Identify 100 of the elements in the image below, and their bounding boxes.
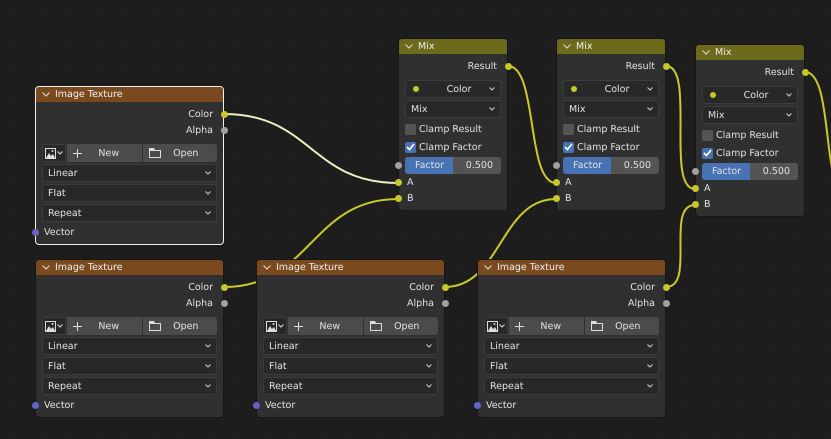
caret-icon [786,113,792,117]
open-image-button[interactable]: Open [364,317,438,335]
dropdown[interactable]: Linear [484,337,659,355]
socket-label: Alpha [186,124,213,136]
caret-icon [57,324,63,328]
dropdown[interactable]: Repeat [42,204,217,222]
dropdown[interactable]: Mix [702,106,798,124]
new-image-button[interactable]: New [509,317,584,335]
plus-icon [515,322,524,330]
socket-label: Color [630,282,655,292]
output-socket[interactable] [220,126,228,134]
output-socket[interactable] [220,300,228,306]
dropdown[interactable]: Color [702,86,798,104]
output-socket[interactable] [442,300,448,306]
input-socket[interactable] [692,168,698,175]
input-socket[interactable] [692,200,698,208]
checkbox[interactable] [702,130,713,140]
node-header[interactable]: Mix [399,39,507,54]
node-header[interactable]: Image Texture [36,87,223,102]
node-header[interactable]: Image Texture [478,260,665,275]
checkbox[interactable] [702,148,713,158]
output-socket[interactable] [662,62,670,70]
input-socket[interactable] [32,228,38,236]
caret-icon [647,87,653,91]
socket-label: Result [764,66,794,78]
folder-icon [370,321,382,331]
caret-icon [426,364,432,368]
input-socket[interactable] [552,178,560,186]
dropdown[interactable]: Repeat [484,377,659,395]
output-socket[interactable] [442,284,448,290]
socket-label: Vector [486,400,516,410]
output-socket[interactable] [504,62,512,70]
caret-icon [278,324,284,328]
node-header[interactable]: Image Texture [257,260,444,275]
checkbox[interactable] [405,124,416,134]
dropdown[interactable]: Mix [405,100,501,118]
input-socket[interactable] [394,194,402,202]
dropdown[interactable]: Flat [42,357,217,375]
output-socket[interactable] [220,110,228,118]
input-socket[interactable] [552,194,560,202]
slider-value: 0.500 [762,166,791,177]
socket-label: A [407,176,414,188]
input-socket[interactable] [474,402,480,408]
node-header[interactable]: Mix [557,39,665,54]
new-image-button[interactable]: New [288,317,362,335]
caret-icon [647,344,653,348]
image-browse-button[interactable] [42,144,66,162]
caret-icon [489,87,495,91]
slider-label: Factor [711,166,742,177]
dropdown[interactable]: Linear [42,337,217,355]
new-image-button[interactable]: New [67,144,142,162]
input-socket[interactable] [394,178,402,186]
node-header[interactable]: Mix [696,45,804,60]
input-socket[interactable] [692,184,698,192]
image-browse-button[interactable] [263,317,287,335]
open-image-button[interactable]: Open [584,317,659,335]
checkbox[interactable] [563,124,574,134]
node-title: Mix [715,47,732,58]
new-image-button[interactable]: New [67,317,142,335]
dropdown[interactable]: Mix [563,100,659,118]
checkbox[interactable] [405,142,416,152]
dropdown[interactable]: Flat [42,184,217,202]
dropdown[interactable]: Repeat [263,377,438,395]
dropdown[interactable]: Linear [42,164,217,182]
chevron-icon[interactable] [563,44,571,49]
plus-icon [73,322,82,330]
plus-icon [73,148,82,158]
caret-icon [205,384,211,388]
image-browse-button[interactable] [42,317,66,335]
node-header[interactable]: Image Texture [36,260,223,275]
output-socket[interactable] [220,284,228,290]
input-socket[interactable] [252,402,260,408]
factor-slider[interactable]: Factor 0.500 [405,157,501,174]
dropdown[interactable]: Repeat [42,377,217,395]
chevron-icon[interactable] [405,44,413,49]
open-image-button[interactable]: Open [142,144,217,162]
output-socket[interactable] [662,300,670,306]
dropdown[interactable]: Flat [484,357,659,375]
socket-label: B [565,192,572,204]
socket-label: Color [188,108,213,120]
input-socket[interactable] [32,402,38,408]
chevron-icon[interactable] [42,265,50,270]
dropdown[interactable]: Flat [263,357,438,375]
dropdown[interactable]: Linear [263,337,438,355]
dropdown[interactable]: Color [563,80,659,98]
factor-slider[interactable]: Factor 0.500 [563,157,659,174]
dropdown[interactable]: Color [405,80,501,98]
checkbox[interactable] [563,142,574,152]
chevron-icon[interactable] [484,265,492,270]
output-socket[interactable] [662,284,670,290]
plus-icon [294,322,303,330]
chevron-icon[interactable] [42,92,50,97]
chevron-icon[interactable] [702,50,710,55]
output-socket[interactable] [802,68,808,76]
input-socket[interactable] [394,162,402,169]
factor-slider[interactable]: Factor 0.500 [702,163,798,180]
chevron-icon[interactable] [263,265,271,270]
input-socket[interactable] [552,162,560,169]
open-image-button[interactable]: Open [142,317,217,335]
image-browse-button[interactable] [484,317,508,335]
